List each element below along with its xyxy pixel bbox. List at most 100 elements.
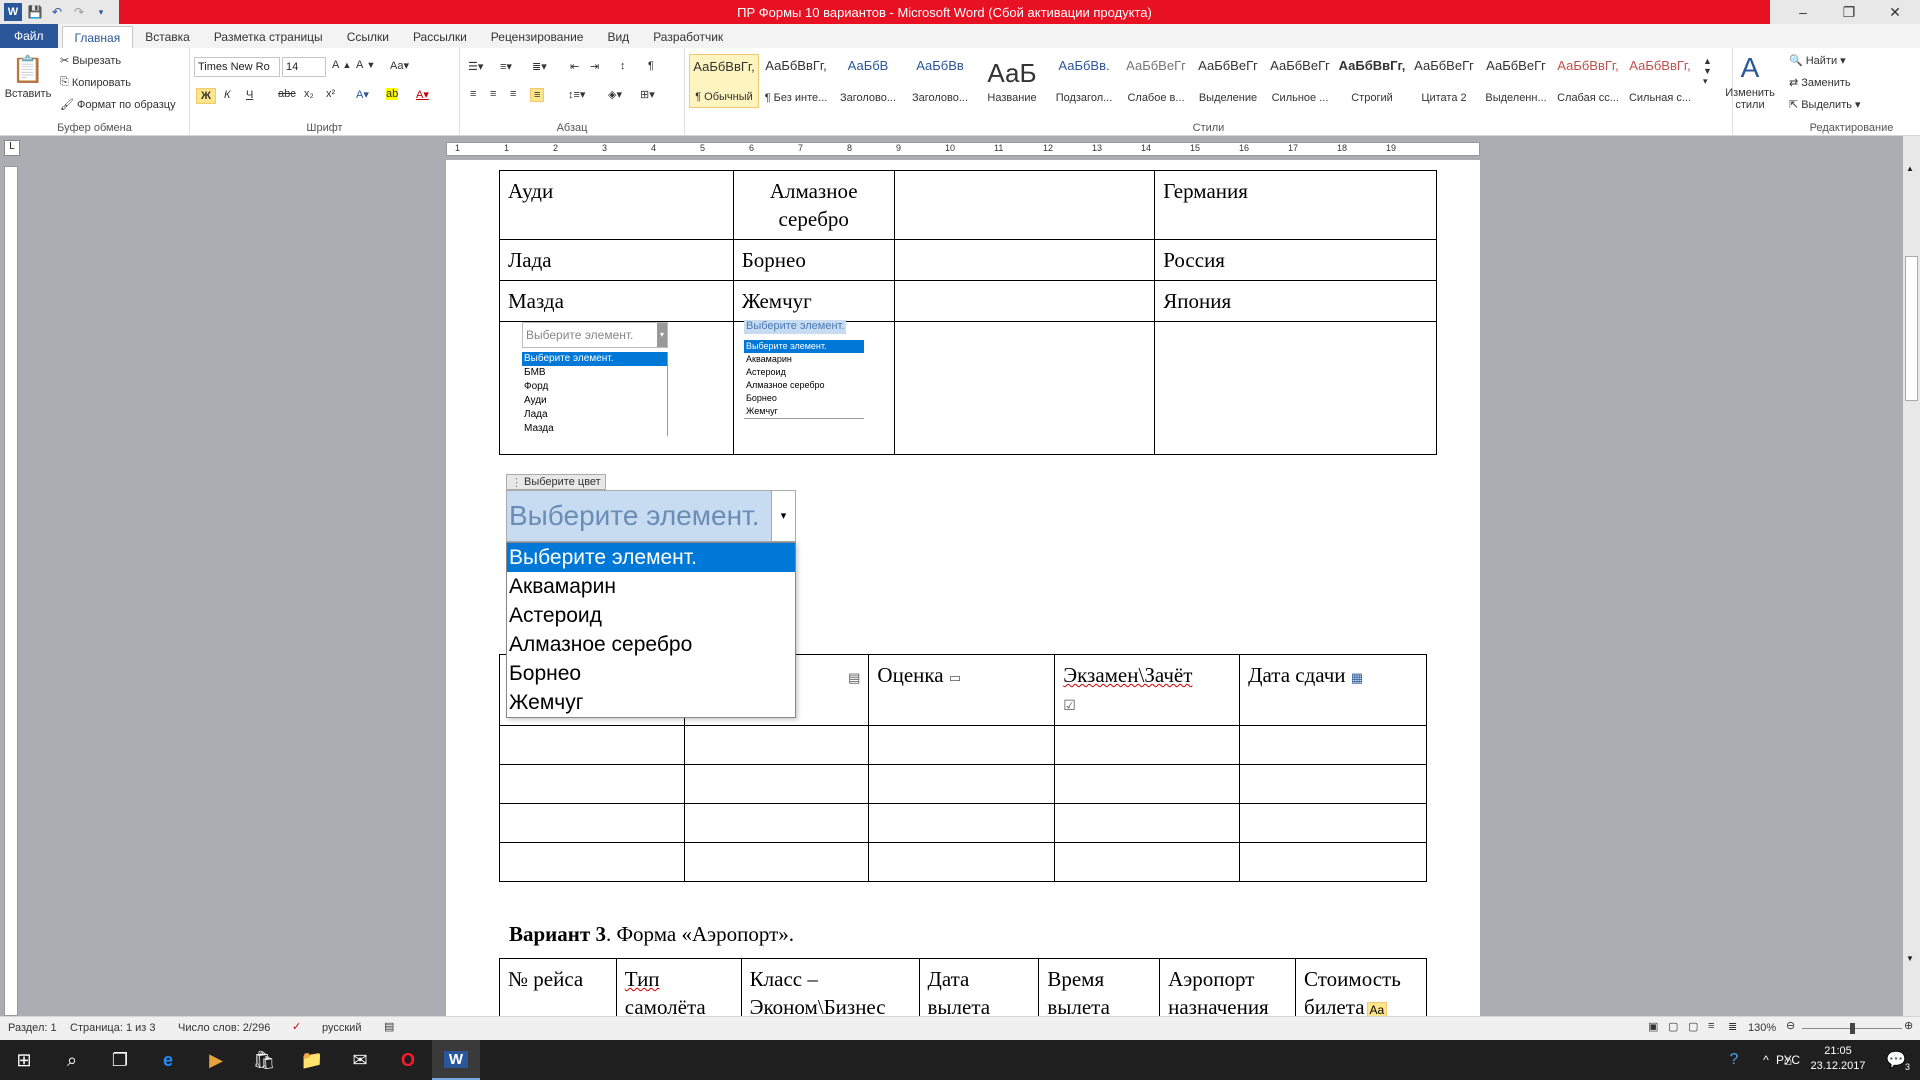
- table-cell[interactable]: [499, 725, 685, 765]
- store-icon[interactable]: 🛍: [240, 1040, 288, 1080]
- dropdown-option[interactable]: Алмазное серебро: [744, 379, 864, 392]
- style-item[interactable]: АаБбВеГг Слабое в...: [1121, 54, 1191, 108]
- language-indicator[interactable]: русский: [322, 1022, 361, 1034]
- ruler-tab-selector[interactable]: L: [4, 140, 20, 156]
- align-right-icon[interactable]: ≡: [510, 88, 516, 100]
- full-screen-icon[interactable]: ▢: [1668, 1020, 1678, 1033]
- table-cell[interactable]: [868, 725, 1056, 765]
- chevron-down-icon[interactable]: ▾: [657, 323, 667, 347]
- dropdown-option[interactable]: Выберите элемент.: [522, 352, 667, 366]
- scroll-thumb[interactable]: [1905, 256, 1918, 401]
- font-color-icon[interactable]: A▾: [416, 88, 429, 101]
- table-header-cell[interactable]: Тип самолёта: [615, 958, 742, 1016]
- dropdown-option[interactable]: Выберите элемент.: [744, 340, 864, 353]
- table-cell[interactable]: [1054, 842, 1241, 882]
- dropdown-option[interactable]: Форд: [522, 380, 667, 394]
- dropdown-option[interactable]: Астероид: [507, 601, 795, 630]
- style-item[interactable]: АаБ Название: [977, 54, 1047, 108]
- vertical-ruler[interactable]: [4, 166, 18, 1016]
- table-cell[interactable]: [1054, 764, 1241, 804]
- dropdown-option[interactable]: Астероид: [744, 366, 864, 379]
- zoom-level[interactable]: 130%: [1748, 1022, 1776, 1034]
- table-cell[interactable]: [499, 842, 685, 882]
- align-center-icon[interactable]: ≡: [490, 88, 496, 100]
- tab-home[interactable]: Главная: [61, 26, 134, 48]
- multilevel-icon[interactable]: ≣▾: [532, 60, 547, 73]
- table-cell[interactable]: [868, 803, 1056, 843]
- table-cell[interactable]: [1239, 725, 1427, 765]
- sort-icon[interactable]: ↕: [620, 60, 626, 72]
- justify-icon[interactable]: ≡: [530, 88, 545, 102]
- dropdown-option[interactable]: Лада: [522, 408, 667, 422]
- vertical-scrollbar[interactable]: ▲ ▼: [1903, 136, 1920, 1016]
- table-cell[interactable]: Россия: [1154, 239, 1437, 281]
- style-item[interactable]: АаБбВеГг Цитата 2: [1409, 54, 1479, 108]
- search-icon[interactable]: ⌕: [48, 1040, 96, 1080]
- color-dropdown-preview[interactable]: Выберите элемент. Выберите элемент. Аквам…: [744, 320, 864, 419]
- table-cell[interactable]: [868, 764, 1056, 804]
- redo-icon[interactable]: ↷: [70, 3, 88, 21]
- horizontal-ruler[interactable]: 1 1 2 3 4 5 6 7 8 9 10 11 12 13 14 15 16 17 18 19: [446, 142, 1480, 156]
- checkbox-icon[interactable]: ☑: [1063, 697, 1076, 713]
- dropdown-option[interactable]: Аквамарин: [744, 353, 864, 366]
- table-cell[interactable]: Япония: [1154, 280, 1437, 322]
- font-name-select[interactable]: Times New Ro: [194, 57, 280, 77]
- increase-indent-icon[interactable]: ⇥: [590, 60, 599, 73]
- table-cell[interactable]: [893, 170, 1156, 240]
- dropdown-option[interactable]: Борнео: [507, 659, 795, 688]
- content-control-tag[interactable]: ⋮ Выберите цвет: [506, 474, 606, 490]
- close-button[interactable]: ✕: [1872, 0, 1918, 24]
- format-painter-button[interactable]: 🖌 Формат по образцу: [60, 98, 176, 112]
- save-icon[interactable]: 💾: [26, 3, 44, 21]
- dropdown-option[interactable]: Мазда: [522, 422, 667, 436]
- table-header-cell[interactable]: Оценка ▭: [868, 654, 1056, 726]
- dropdown-option[interactable]: Жемчуг: [744, 405, 864, 418]
- style-item[interactable]: АаБбВв. Подзагол...: [1049, 54, 1119, 108]
- style-item[interactable]: АаБбВеГг Выделение: [1193, 54, 1263, 108]
- zoom-slider-thumb[interactable]: [1850, 1023, 1855, 1034]
- decrease-indent-icon[interactable]: ⇤: [570, 60, 579, 73]
- table-cell[interactable]: [683, 842, 870, 882]
- table-header-cell[interactable]: Аэропорт назначения: [1159, 958, 1297, 1016]
- table-cell[interactable]: [683, 803, 870, 843]
- table-header-cell[interactable]: Дата сдачи ▦: [1239, 654, 1427, 726]
- strikethrough-button[interactable]: abc: [278, 88, 296, 100]
- table-cell[interactable]: [1239, 842, 1427, 882]
- line-spacing-icon[interactable]: ↕≡▾: [568, 88, 585, 101]
- dropdown-option[interactable]: Жемчуг: [507, 688, 795, 717]
- align-left-icon[interactable]: ≡: [470, 88, 476, 100]
- tab-insert[interactable]: Вставка: [133, 26, 202, 48]
- style-item[interactable]: АаБбВвГг, ¶ Без инте...: [761, 54, 831, 108]
- car-dropdown-preview[interactable]: Выберите элемент. ▾ Выберите элемент. БМВ…: [522, 322, 668, 436]
- table-cell[interactable]: [683, 764, 870, 804]
- pilcrow-icon[interactable]: ¶: [648, 60, 654, 72]
- table-cell[interactable]: [499, 764, 685, 804]
- select-button[interactable]: ⇱ Выделить ▾: [1789, 98, 1861, 112]
- draft-icon[interactable]: ≣: [1728, 1020, 1737, 1033]
- word-taskbar-icon[interactable]: W: [432, 1040, 480, 1080]
- file-explorer-icon[interactable]: 📁: [288, 1040, 336, 1080]
- dropdown-option[interactable]: Ауди: [522, 394, 667, 408]
- tab-developer[interactable]: Разработчик: [641, 26, 735, 48]
- styles-scroll-icon[interactable]: ▲ ▼ ▾: [1703, 56, 1712, 87]
- table-cell[interactable]: [1239, 764, 1427, 804]
- table-cell[interactable]: [499, 803, 685, 843]
- table-cell[interactable]: [893, 321, 1156, 455]
- find-button[interactable]: 🔍 Найти ▾: [1789, 54, 1846, 68]
- edge-icon[interactable]: e: [144, 1040, 192, 1080]
- word-icon[interactable]: W: [4, 3, 22, 21]
- tab-references[interactable]: Ссылки: [335, 26, 401, 48]
- table-cell[interactable]: Жемчуг: [732, 280, 895, 322]
- italic-button[interactable]: К: [220, 88, 234, 102]
- start-icon[interactable]: ⊞: [0, 1040, 48, 1080]
- table-cell[interactable]: Ауди: [499, 170, 734, 240]
- zoom-out-icon[interactable]: ⊖: [1786, 1019, 1795, 1032]
- superscript-button[interactable]: x²: [326, 88, 335, 100]
- style-item[interactable]: АаБбВвГг, Слабая сс...: [1553, 54, 1623, 108]
- table-header-cell[interactable]: Класс – Эконом\Бизнес: [740, 958, 920, 1016]
- table-cell[interactable]: Борнео: [732, 239, 895, 281]
- zoom-in-icon[interactable]: ⊕: [1904, 1019, 1913, 1032]
- table-header-cell[interactable]: Дата вылета: [918, 958, 1040, 1016]
- borders-icon[interactable]: ⊞▾: [640, 88, 655, 101]
- clock[interactable]: 21:05 23.12.2017: [1808, 1044, 1868, 1074]
